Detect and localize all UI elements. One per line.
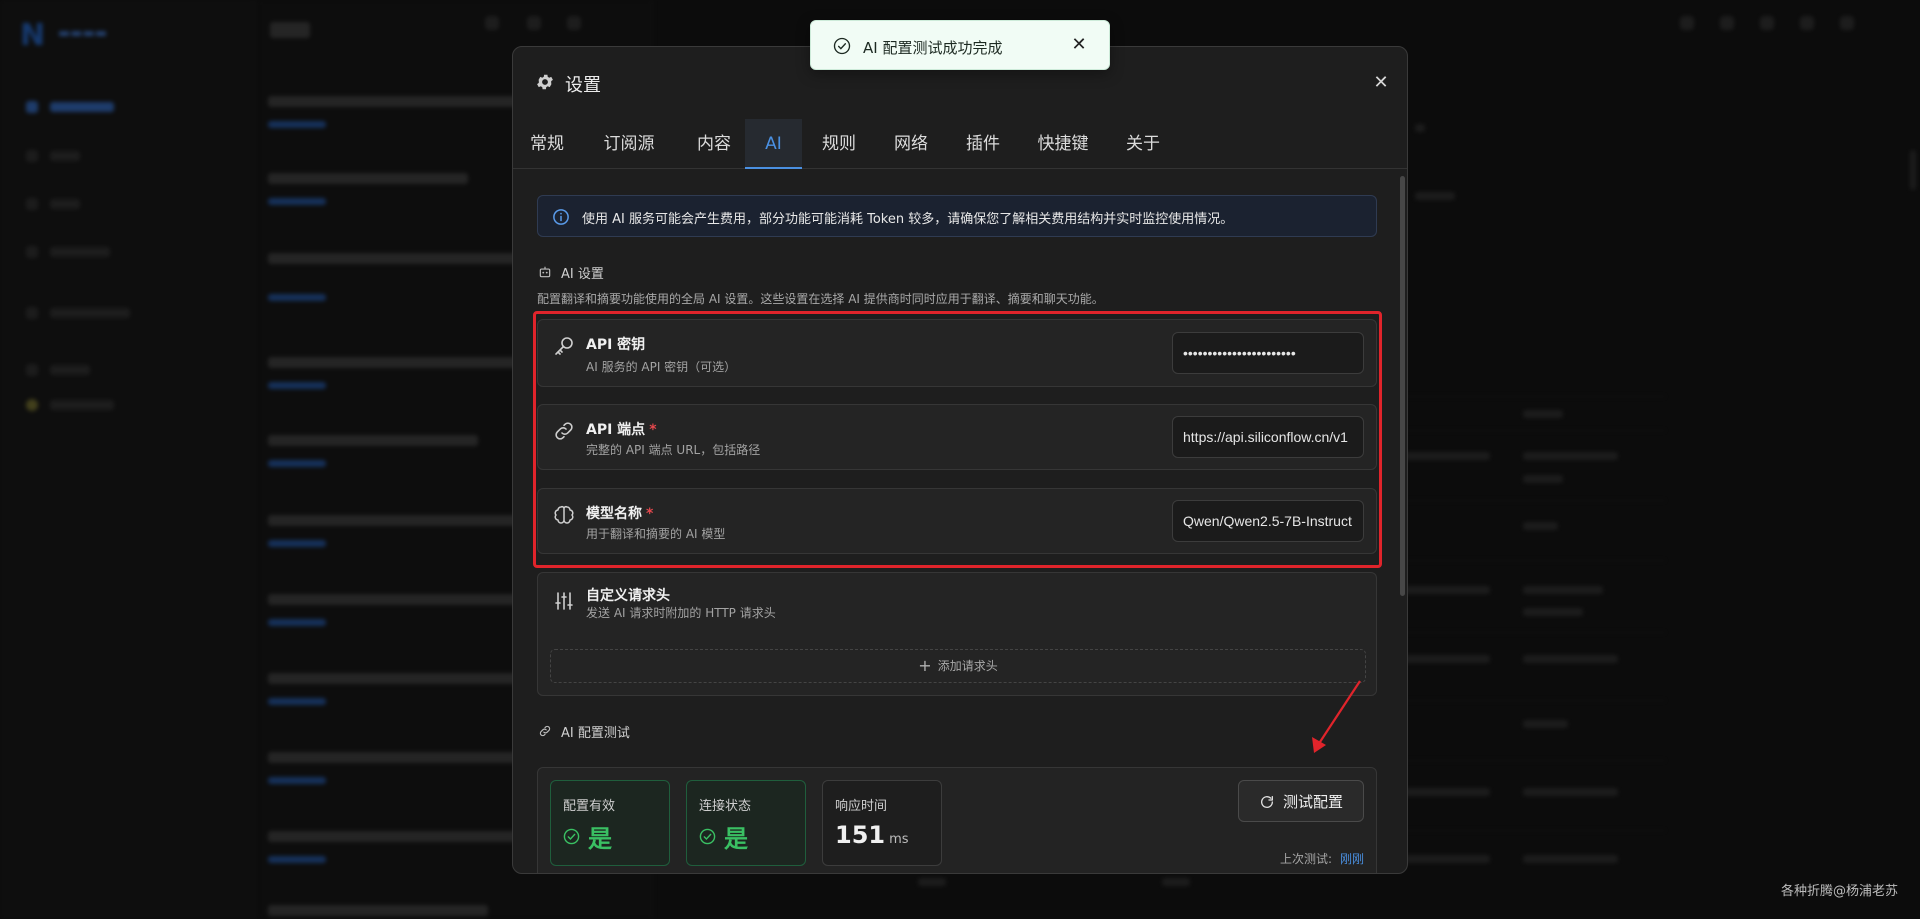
- bg-cell: [1523, 788, 1618, 796]
- custom-headers-row: 自定义请求头 发送 AI 请求时附加的 HTTP 请求头 + 添加请求头: [537, 572, 1377, 696]
- bg-toolbar-icon: [485, 16, 499, 30]
- bg-toolbar-icon: [527, 16, 541, 30]
- bg-nav-item: [26, 193, 226, 210]
- tab-rules[interactable]: 规则: [813, 119, 865, 169]
- notice-text: 使用 AI 服务可能会产生费用，部分功能可能消耗 Token 较多，请确保您了解…: [582, 212, 1234, 227]
- bg-cell: [1523, 655, 1618, 663]
- check-circle-icon: [833, 37, 851, 55]
- sliders-icon: [555, 592, 573, 610]
- response-time-stat: 响应时间 151 ms: [822, 780, 942, 866]
- settings-dialog: 设置 ✕ 常规 订阅源 内容 AI 规则 网络 插件 快捷键 关于 使用 AI …: [512, 46, 1408, 874]
- watermark: 各种折腾@杨浦老苏: [1780, 884, 1898, 899]
- refresh-icon: [1260, 795, 1273, 808]
- last-test-info: 上次测试: 刚刚: [1280, 850, 1364, 867]
- dialog-title: 设置: [565, 75, 601, 96]
- bg-toolbar-icon: [567, 16, 581, 30]
- test-config-button[interactable]: 测试配置: [1238, 780, 1364, 822]
- info-icon: [553, 209, 569, 225]
- bg-cell: [1162, 878, 1190, 886]
- annotation-arrow: [1312, 680, 1361, 753]
- plus-icon: +: [918, 656, 932, 675]
- ai-test-panel: 配置有效 是 连接状态 是 响应时间 151 ms 测试配置 上次测试: 刚刚: [537, 767, 1377, 873]
- bg-text: [1415, 192, 1455, 200]
- ai-settings-description: 配置翻译和摘要功能使用的全局 AI 设置。这些设置在选择 AI 提供商时同时应用…: [537, 292, 1104, 306]
- close-icon[interactable]: ✕: [1069, 35, 1089, 55]
- response-time-number: 151: [835, 821, 886, 849]
- connection-text: 是: [724, 825, 748, 853]
- add-header-button[interactable]: + 添加请求头: [550, 649, 1366, 683]
- bg-text: [1415, 124, 1425, 132]
- ai-test-label: AI 配置测试: [561, 726, 630, 741]
- bg-toolbar-icon: [1800, 16, 1814, 30]
- tab-feeds[interactable]: 订阅源: [595, 119, 663, 169]
- config-valid-stat: 配置有效 是: [550, 780, 670, 866]
- add-header-label: 添加请求头: [937, 659, 998, 673]
- connection-value: 是: [699, 819, 748, 854]
- test-link-icon: [539, 725, 551, 737]
- bg-nav-item: [26, 96, 226, 113]
- app-logo-text: ▬▬▬▬: [58, 26, 108, 41]
- test-config-label: 测试配置: [1282, 793, 1343, 811]
- bg-cell: [1523, 475, 1563, 483]
- tab-about[interactable]: 关于: [1117, 119, 1169, 169]
- response-time-value: 151 ms: [835, 821, 909, 849]
- tab-network[interactable]: 网络: [885, 119, 937, 169]
- content-scrollbar[interactable]: [1400, 176, 1405, 596]
- custom-headers-title: 自定义请求头: [586, 588, 670, 604]
- bg-cell: [1523, 586, 1603, 594]
- response-time-label: 响应时间: [835, 799, 888, 814]
- settings-content: 使用 AI 服务可能会产生费用，部分功能可能消耗 Token 较多，请确保您了解…: [513, 170, 1407, 873]
- bg-cell: [1523, 608, 1583, 616]
- bg-cell: [1523, 410, 1563, 418]
- tab-content[interactable]: 内容: [688, 119, 740, 169]
- config-valid-label: 配置有效: [563, 799, 616, 814]
- bg-cell: [1523, 522, 1558, 530]
- bg-cell: [1523, 720, 1568, 728]
- bg-nav-item: [26, 241, 226, 258]
- bg-article: [268, 905, 568, 916]
- bg-list-title: [270, 22, 310, 38]
- tab-ai[interactable]: AI: [745, 119, 802, 169]
- tab-plugins[interactable]: 插件: [957, 119, 1009, 169]
- bg-toolbar-icon: [1840, 16, 1854, 30]
- annotation-highlight-box: [533, 311, 1382, 568]
- bg-cell: [918, 878, 946, 886]
- config-valid-value: 是: [563, 819, 612, 854]
- settings-tabs: 常规 订阅源 内容 AI 规则 网络 插件 快捷键 关于: [513, 119, 1407, 169]
- app-logo: N: [20, 18, 46, 53]
- custom-headers-desc: 发送 AI 请求时附加的 HTTP 请求头: [586, 606, 776, 620]
- last-test-value: 刚刚: [1339, 852, 1364, 866]
- bg-toolbar-icon: [1680, 16, 1694, 30]
- check-circle-icon: [699, 828, 716, 845]
- bg-nav-item: [26, 145, 226, 162]
- bg-toolbar-icon: [1760, 16, 1774, 30]
- cost-notice: 使用 AI 服务可能会产生费用，部分功能可能消耗 Token 较多，请确保您了解…: [537, 195, 1377, 237]
- bg-nav-item: [26, 394, 226, 411]
- gear-icon: [537, 74, 553, 90]
- tab-shortcuts[interactable]: 快捷键: [1029, 119, 1097, 169]
- check-circle-icon: [563, 828, 580, 845]
- last-test-label: 上次测试:: [1279, 852, 1332, 866]
- toast-message: AI 配置测试成功完成: [863, 39, 1003, 57]
- success-toast: AI 配置测试成功完成 ✕: [810, 20, 1110, 70]
- tab-general[interactable]: 常规: [521, 119, 573, 169]
- bg-scrollbar: [1910, 150, 1916, 190]
- ai-settings-label: AI 设置: [561, 267, 604, 282]
- background-sidebar: [0, 0, 255, 919]
- robot-icon: [539, 266, 551, 278]
- response-time-unit: ms: [889, 832, 909, 847]
- connection-label: 连接状态: [699, 799, 752, 814]
- config-valid-text: 是: [588, 825, 612, 853]
- close-icon[interactable]: ✕: [1371, 73, 1391, 93]
- bg-toolbar-icon: [1720, 16, 1734, 30]
- bg-nav-item: [26, 359, 226, 376]
- connection-stat: 连接状态 是: [686, 780, 806, 866]
- bg-nav-item: [26, 302, 226, 319]
- bg-cell: [1523, 452, 1618, 460]
- bg-cell: [1523, 855, 1618, 863]
